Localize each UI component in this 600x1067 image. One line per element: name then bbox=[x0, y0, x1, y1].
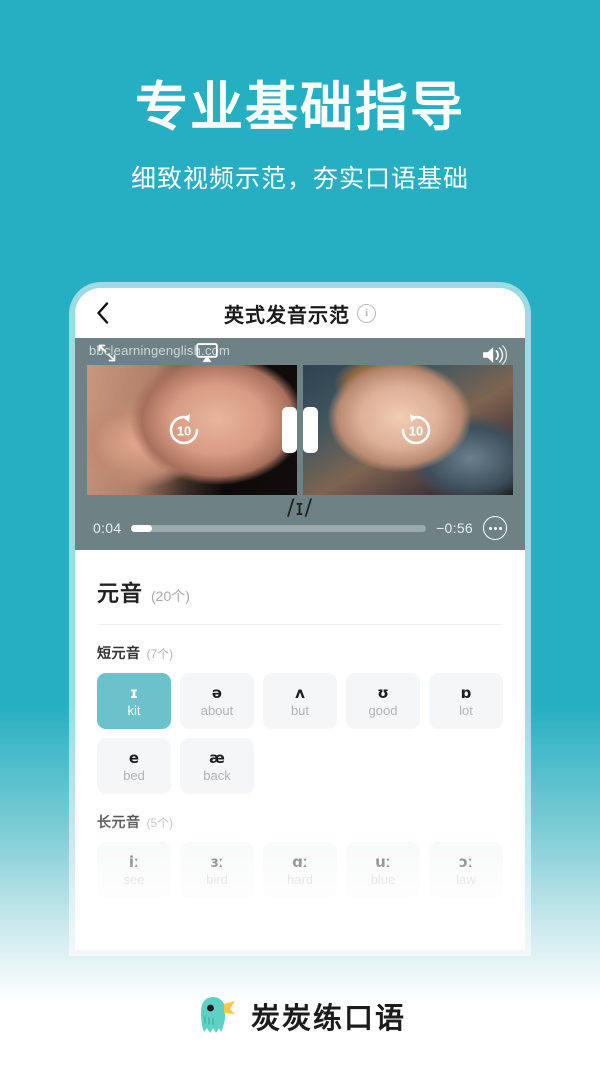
long-vowel-grid: iː see ɜː bird ɑː hard uː blue ɔː law bbox=[97, 842, 503, 898]
short-vowel-count: (7个) bbox=[146, 647, 174, 661]
vowel-word: bird bbox=[206, 871, 228, 887]
progress-fill bbox=[131, 524, 153, 532]
vowel-ipa: ə bbox=[211, 683, 223, 702]
info-icon[interactable]: i bbox=[357, 303, 376, 323]
svg-text:10: 10 bbox=[176, 424, 190, 439]
vowel-tile-see[interactable]: iː see bbox=[97, 842, 171, 898]
long-vowel-count: (5个) bbox=[146, 816, 174, 830]
rewind-10-icon[interactable]: 10 bbox=[164, 410, 204, 450]
current-time: 0:04 bbox=[93, 520, 122, 536]
pause-icon bbox=[303, 407, 318, 453]
vowel-tile-lot[interactable]: ɒ lot bbox=[429, 673, 503, 729]
vowel-tile-bed[interactable]: e bed bbox=[97, 738, 171, 794]
vowel-tile-bird[interactable]: ɜː bird bbox=[180, 842, 254, 898]
expand-icon[interactable] bbox=[97, 343, 117, 363]
vowel-ipa: ɒ bbox=[460, 683, 472, 702]
long-vowel-title: 长元音 bbox=[97, 814, 141, 830]
brand-name: 炭炭练口语 bbox=[250, 1003, 406, 1035]
bird-mascot-logo bbox=[200, 997, 235, 1033]
long-vowel-header: 长元音 (5个) bbox=[97, 794, 503, 842]
video-player[interactable]: bbclearningenglish.com 10 10 /ɪ/ 0:04 −0… bbox=[75, 338, 525, 550]
vowel-ipa: ɑː bbox=[292, 852, 308, 871]
volume-icon[interactable] bbox=[481, 344, 509, 366]
vowel-word: law bbox=[456, 871, 476, 887]
phone-screen: 英式发音示范 i bbclearningenglish.com 10 10 /ɪ… bbox=[75, 288, 525, 950]
vowel-ipa: ɪ bbox=[129, 683, 139, 702]
pause-button[interactable] bbox=[282, 407, 318, 453]
vowel-ipa: ɔː bbox=[459, 852, 473, 871]
phone-mockup: 英式发音示范 i bbclearningenglish.com 10 10 /ɪ… bbox=[75, 288, 525, 950]
vowel-word: but bbox=[290, 702, 310, 718]
app-navbar: 英式发音示范 i bbox=[75, 288, 525, 338]
page-title: 专业基础指导 bbox=[135, 78, 465, 137]
airplay-icon[interactable] bbox=[196, 343, 218, 363]
video-pane-right[interactable]: 10 bbox=[303, 365, 513, 495]
vowel-tile-law[interactable]: ɔː law bbox=[429, 842, 503, 898]
short-vowel-grid: ɪ kit ə about ʌ but ʊ good ɒ lot e bed æ back bbox=[97, 673, 503, 794]
more-options-icon[interactable] bbox=[483, 516, 507, 540]
vowel-word: about bbox=[200, 702, 234, 718]
vowel-tile-kit[interactable]: ɪ kit bbox=[97, 673, 171, 729]
vowel-section-count: (20个) bbox=[151, 588, 190, 604]
promo-page: 专业基础指导 细致视频示范，夯实口语基础 英式发音示范 i bbclearnin… bbox=[0, 0, 600, 1067]
vowel-tile-about[interactable]: ə about bbox=[180, 673, 254, 729]
vowel-word: hard bbox=[286, 871, 314, 887]
video-pane-left[interactable]: 10 bbox=[87, 365, 297, 495]
short-vowel-header: 短元音 (7个) bbox=[97, 625, 503, 673]
navbar-title: 英式发音示范 bbox=[224, 304, 350, 327]
vowel-tile-back[interactable]: æ back bbox=[180, 738, 254, 794]
video-control-bar: 0:04 −0:56 bbox=[75, 514, 525, 542]
vowel-section-header: 元音 (20个) bbox=[97, 550, 503, 624]
remaining-time: −0:56 bbox=[436, 520, 473, 536]
chevron-left-icon bbox=[96, 302, 108, 324]
short-vowel-title: 短元音 bbox=[97, 645, 141, 661]
vowel-ipa: æ bbox=[209, 748, 225, 767]
vowel-word: lot bbox=[459, 702, 473, 718]
vowel-section-title: 元音 bbox=[97, 581, 144, 606]
long-vowel-section: 长元音 (5个) iː see ɜː bird ɑː hard uː blue ɔː law bbox=[75, 794, 525, 938]
vowel-ipa: uː bbox=[375, 852, 391, 871]
vowel-ipa: e bbox=[128, 748, 140, 767]
vowel-word: bed bbox=[123, 767, 145, 783]
vowel-word: kit bbox=[127, 702, 141, 718]
vowel-ipa: ɜː bbox=[210, 852, 224, 871]
progress-bar[interactable] bbox=[131, 524, 427, 532]
vowel-word: back bbox=[203, 767, 231, 783]
vowel-tile-hard[interactable]: ɑː hard bbox=[263, 842, 337, 898]
vowel-ipa: ʌ bbox=[295, 683, 305, 702]
vowel-ipa: ʊ bbox=[377, 683, 389, 702]
vowel-tile-good[interactable]: ʊ good bbox=[346, 673, 420, 729]
page-subtitle: 细致视频示范，夯实口语基础 bbox=[130, 165, 469, 194]
vowel-word: see bbox=[123, 871, 145, 887]
footer-brand: 炭炭练口语 bbox=[0, 995, 600, 1037]
dot bbox=[498, 526, 502, 530]
pause-icon bbox=[282, 407, 297, 453]
vowel-word: good bbox=[368, 702, 398, 718]
vowel-ipa: iː bbox=[128, 852, 140, 871]
hero-section: 专业基础指导 细致视频示范，夯实口语基础 bbox=[0, 0, 600, 194]
forward-10-icon[interactable]: 10 bbox=[396, 410, 436, 450]
vowel-word: blue bbox=[370, 871, 396, 887]
vowel-content: 元音 (20个) 短元音 (7个) ɪ kit ə about ʌ but ʊ good ɒ lo… bbox=[75, 550, 525, 938]
navbar-title-group: 英式发音示范 i bbox=[75, 288, 525, 338]
svg-text:10: 10 bbox=[409, 424, 423, 439]
dot bbox=[493, 526, 497, 530]
vowel-tile-but[interactable]: ʌ but bbox=[263, 673, 337, 729]
vowel-tile-blue[interactable]: uː blue bbox=[346, 842, 420, 898]
dot bbox=[488, 526, 492, 530]
back-button[interactable] bbox=[89, 300, 115, 326]
